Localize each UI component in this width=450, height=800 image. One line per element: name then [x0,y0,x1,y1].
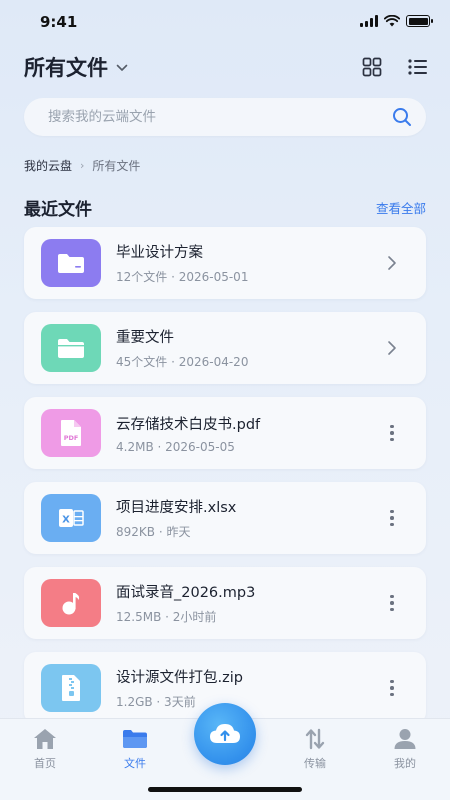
status-bar: 9:41 [0,0,450,44]
grid-view-button[interactable] [360,55,384,79]
more-icon[interactable] [382,676,402,700]
list-item[interactable]: 重要文件 45个文件 · 2026-04-20 [24,312,426,384]
wifi-icon [384,15,400,27]
file-name: 项目进度安排.xlsx [116,500,237,516]
list-item[interactable]: 面试录音_2026.mp3 12.5MB · 2小时前 [24,567,426,639]
tab-files[interactable]: 文件 [105,727,165,771]
transfer-icon [302,727,328,751]
cloud-upload-icon [210,724,240,743]
folder-icon [122,727,148,751]
svg-text:X: X [62,515,70,526]
breadcrumb: 我的云盘 › 所有文件 [24,157,140,174]
chevron-right-icon[interactable] [382,336,402,360]
tab-bar: 首页 文件 传输 我的 [0,703,450,800]
file-name: 毕业设计方案 [116,245,203,261]
search-bar [24,98,426,136]
breadcrumb-current: 所有文件 [92,159,141,173]
home-icon [32,727,58,751]
search-icon[interactable] [392,107,412,127]
list-item[interactable]: PDF 云存储技术白皮书.pdf 4.2MB · 2026-05-05 [24,397,426,469]
more-icon[interactable] [382,421,402,445]
view-all-link[interactable]: 查看全部 [376,198,426,217]
cellular-signal-icon [360,15,378,27]
tab-mine-label: 我的 [394,757,416,770]
list-item[interactable]: X 项目进度安排.xlsx 892KB · 昨天 [24,482,426,554]
header: 所有文件 [24,52,430,82]
tab-mine[interactable]: 我的 [375,727,435,771]
file-meta: 1.2GB · 3天前 [116,695,196,709]
folder-icon [41,324,101,372]
status-icons [360,15,433,27]
file-meta: 12.5MB · 2小时前 [116,610,217,624]
list-item[interactable]: 毕业设计方案 12个文件 · 2026-05-01 [24,227,426,299]
upload-button[interactable] [194,703,256,765]
list-icon [408,59,427,75]
search-input[interactable] [48,109,392,125]
file-list: 毕业设计方案 12个文件 · 2026-05-01 重要文件 45个文件 · 2… [24,227,426,737]
section-title: 最近文件 [24,200,92,220]
audio-icon [41,579,101,627]
folder-icon [41,239,101,287]
grid-icon [362,57,382,77]
status-time: 9:41 [40,13,78,31]
pdf-icon: PDF [41,409,101,457]
tab-home[interactable]: 首页 [15,727,75,771]
file-name: 设计源文件打包.zip [116,670,243,686]
chevron-down-icon[interactable] [116,64,128,72]
file-meta: 4.2MB · 2026-05-05 [116,439,235,454]
tab-transfer[interactable]: 传输 [285,727,345,771]
file-meta: 45个文件 · 2026-04-20 [116,355,249,369]
breadcrumb-separator-icon: › [80,159,85,172]
page-title[interactable]: 所有文件 [24,52,108,82]
file-name: 云存储技术白皮书.pdf [116,416,261,433]
more-icon[interactable] [382,591,402,615]
tab-home-label: 首页 [34,757,56,770]
tab-transfer-label: 传输 [304,757,326,770]
file-meta: 892KB · 昨天 [116,525,191,539]
file-name: 面试录音_2026.mp3 [116,585,256,601]
chevron-right-icon[interactable] [382,251,402,275]
svg-text:PDF: PDF [64,434,79,442]
file-name: 重要文件 [116,330,174,346]
breadcrumb-root[interactable]: 我的云盘 [24,157,72,174]
battery-icon [406,15,433,27]
zip-icon [41,664,101,712]
header-actions [360,55,430,79]
file-meta: 12个文件 · 2026-05-01 [116,270,249,284]
list-view-button[interactable] [406,55,430,79]
more-icon[interactable] [382,506,402,530]
tab-files-label: 文件 [124,757,146,770]
excel-icon: X [41,494,101,542]
home-indicator [148,787,302,792]
user-icon [392,727,418,751]
